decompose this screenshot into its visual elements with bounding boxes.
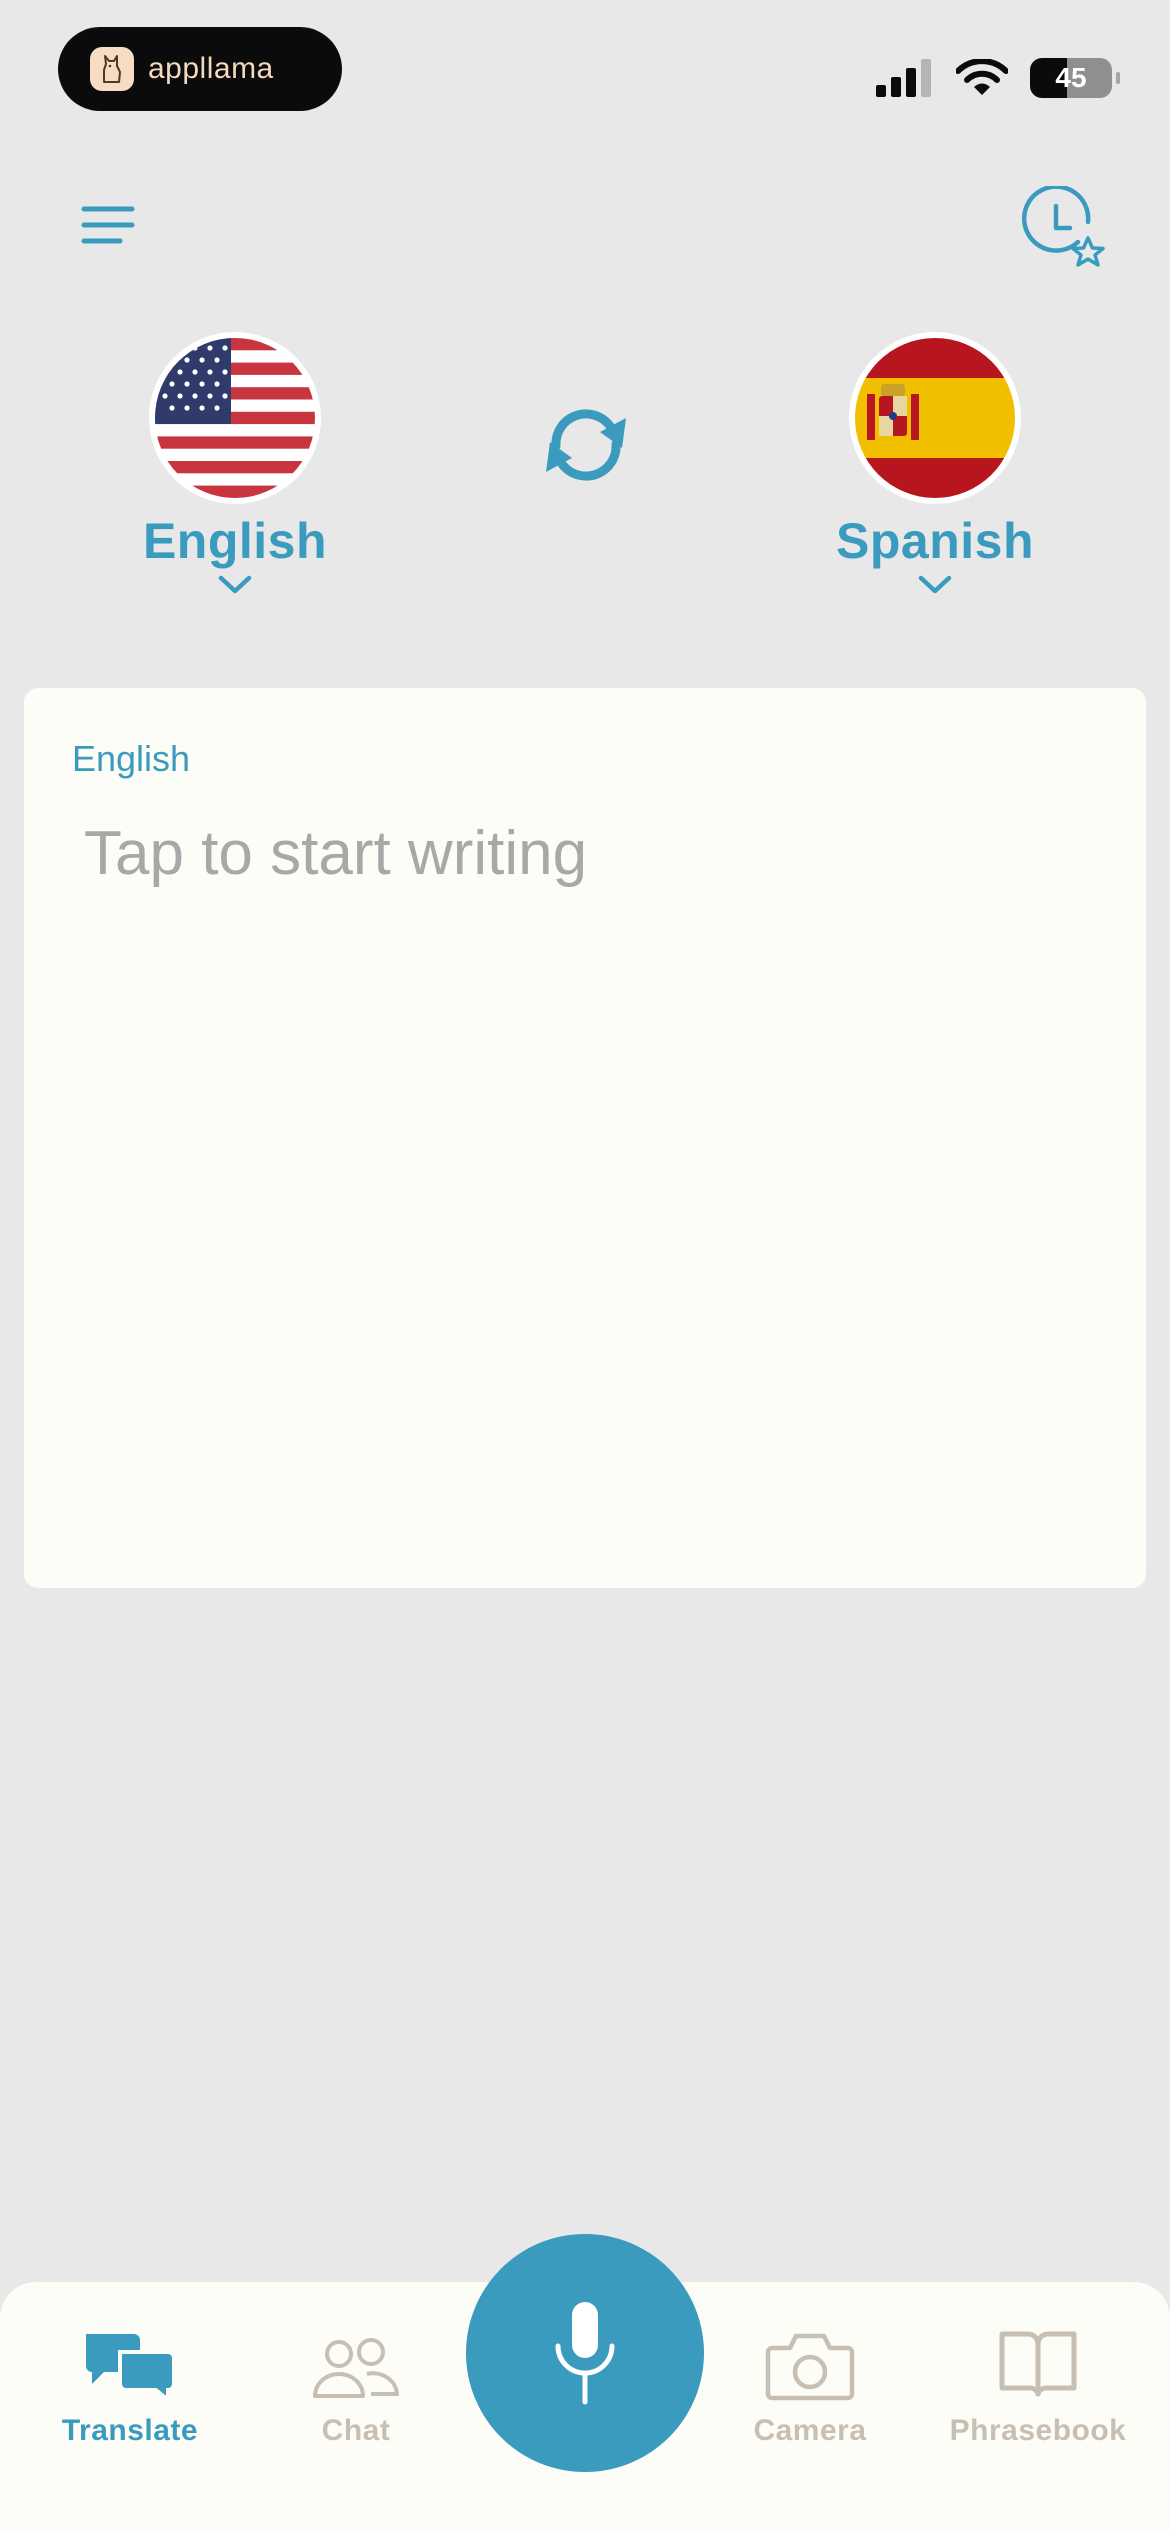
nav-camera-label: Camera — [753, 2414, 867, 2447]
target-language-selector[interactable]: Spanish — [800, 332, 1070, 596]
source-language-label: English — [142, 513, 328, 569]
app-pill-label: appllama — [148, 52, 274, 85]
open-book-icon — [999, 2331, 1077, 2397]
camera-icon — [765, 2333, 855, 2401]
nav-phrasebook[interactable]: Phrasebook — [938, 2312, 1138, 2448]
microphone-button[interactable] — [466, 2234, 704, 2472]
swap-languages-icon — [546, 409, 626, 481]
text-input[interactable] — [84, 818, 1074, 1518]
translation-input-card: English — [24, 688, 1146, 1588]
target-language-label: Spanish — [836, 513, 1034, 569]
source-language-selector[interactable]: English — [100, 332, 370, 596]
nav-chat-label: Chat — [321, 2414, 391, 2447]
llama-logo-icon — [90, 47, 134, 91]
wifi-icon — [956, 59, 1008, 95]
history-favorites-icon — [1021, 184, 1105, 267]
app-pill[interactable]: appllama — [58, 27, 342, 111]
menu-button[interactable] — [80, 198, 136, 254]
translate-chat-bubbles-icon — [86, 2334, 176, 2402]
hamburger-icon — [81, 206, 135, 244]
nav-chat[interactable]: Chat — [256, 2312, 456, 2448]
chevron-down-icon — [218, 575, 252, 594]
chevron-down-icon — [918, 575, 952, 594]
status-icons: 45 — [876, 58, 1120, 98]
microphone-icon — [555, 2302, 615, 2405]
input-language-label: English — [72, 738, 191, 779]
cellular-signal-icon — [876, 59, 931, 97]
swap-languages-button[interactable] — [536, 400, 636, 488]
nav-camera[interactable]: Camera — [710, 2312, 910, 2448]
history-favorites-button[interactable] — [1016, 184, 1110, 280]
spain-flag-icon — [849, 332, 1021, 504]
nav-translate-label: Translate — [61, 2414, 199, 2447]
people-icon — [313, 2338, 399, 2398]
battery-icon: 45 — [1030, 58, 1120, 98]
nav-translate[interactable]: Translate — [30, 2312, 230, 2448]
us-flag-icon — [149, 332, 321, 504]
nav-phrasebook-label: Phrasebook — [949, 2414, 1127, 2447]
